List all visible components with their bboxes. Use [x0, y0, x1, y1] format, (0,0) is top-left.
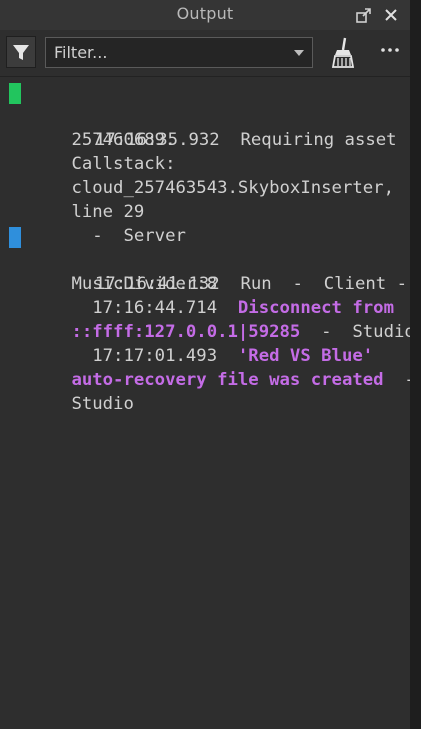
more-icon[interactable]: [378, 40, 402, 60]
filter-input[interactable]: Filter...: [45, 37, 313, 68]
log-line: cloud_257463543.SkyboxInserter,: [0, 152, 410, 198]
broom-icon[interactable]: [329, 36, 357, 70]
log-text: Studio: [71, 394, 134, 414]
log-output: 17:16:35.932 Requiring asset 257460689. …: [0, 80, 415, 414]
log-line: - Server: [0, 200, 410, 246]
panel-title: Output: [176, 4, 234, 23]
filter-placeholder: Filter...: [54, 43, 108, 62]
filter-icon: [13, 45, 29, 60]
log-line: Studio: [0, 368, 410, 414]
log-line: auto-recovery file was created -: [0, 344, 414, 390]
panel-edge: [410, 0, 421, 729]
log-line: 17:16:35.932 Requiring asset: [0, 80, 410, 150]
log-line: ::ffff:127.0.0.1|59285 - Studio: [0, 296, 414, 342]
log-line: 17:16:44.714 Disconnect from: [0, 272, 410, 318]
output-panel: Output Filter... 17:16:35.932 Requiring …: [0, 0, 415, 729]
undock-icon[interactable]: [355, 6, 373, 24]
log-line: 17:16:41.132 Run - Client -: [0, 224, 410, 294]
log-line: 17:17:01.493 'Red VS Blue': [0, 320, 410, 366]
title-bar: Output: [0, 0, 410, 30]
filter-button[interactable]: [6, 36, 36, 68]
log-line: 257460689.: [0, 104, 410, 150]
chevron-down-icon[interactable]: [294, 50, 304, 56]
close-icon[interactable]: [382, 6, 400, 24]
toolbar: Filter...: [0, 30, 410, 77]
log-line: Callstack:: [0, 128, 410, 174]
log-line: line 29: [0, 176, 410, 222]
log-line: MusicDivider:8: [0, 248, 410, 294]
server-marker: [9, 83, 21, 104]
client-marker: [9, 227, 21, 248]
